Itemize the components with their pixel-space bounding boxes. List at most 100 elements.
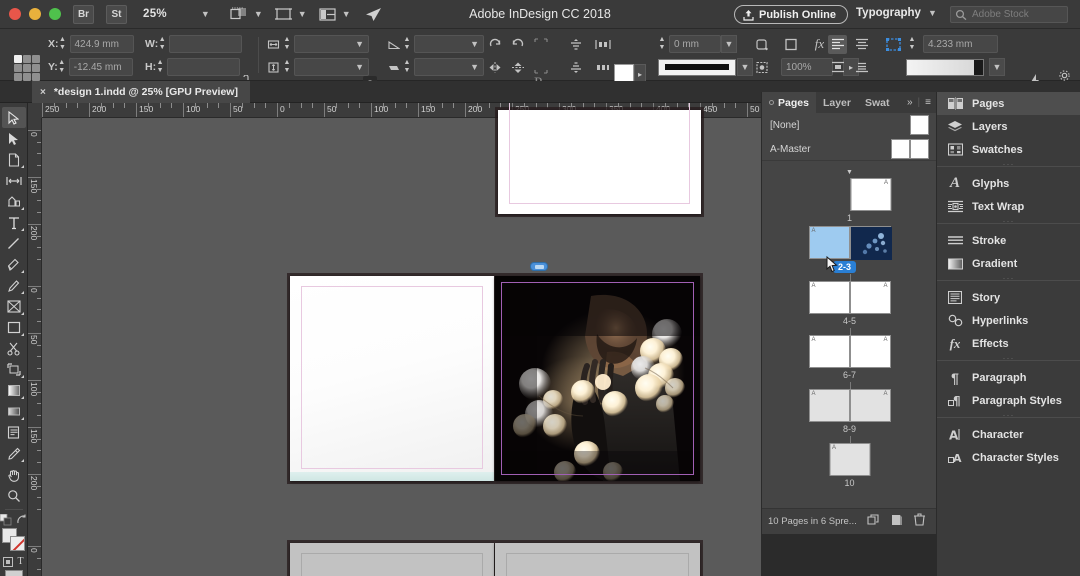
flip-vertical-button[interactable]	[508, 58, 527, 77]
tab-layers[interactable]: Layer	[816, 92, 858, 113]
formatting-affects-text-icon[interactable]: T	[17, 556, 23, 567]
default-fill-stroke-icon[interactable]	[0, 513, 12, 526]
page-thumbnail-9[interactable]: A	[850, 389, 891, 422]
page-thumbnail-4[interactable]: A	[809, 281, 850, 314]
delete-page-icon[interactable]	[914, 513, 925, 531]
stroke-style-dropdown[interactable]: ▼	[737, 58, 753, 76]
page-thumbnail-6[interactable]: A	[809, 335, 850, 368]
bridge-icon[interactable]: Br	[73, 5, 94, 24]
arrange-documents-button[interactable]: ▼	[230, 7, 263, 21]
h-stepper[interactable]: ▲▼	[156, 59, 164, 75]
stroke-weight-field[interactable]: 0 mm	[669, 35, 721, 53]
flip-horizontal-button[interactable]	[485, 58, 504, 77]
spread-2-3[interactable]	[290, 276, 700, 481]
stroke-style-preview[interactable]	[658, 59, 736, 76]
pencil-tool[interactable]	[2, 275, 26, 296]
dock-item-hyperlinks[interactable]: Hyperlinks	[937, 309, 1080, 332]
stroke-swatch-tool[interactable]	[10, 536, 25, 551]
frame-fitting-bottom-icon[interactable]	[531, 58, 550, 77]
document-canvas[interactable]: 250 200 150 100 50 0 50 100 150 200 250 …	[28, 103, 761, 576]
distribute-spacing-button[interactable]	[593, 58, 612, 77]
w-field[interactable]	[169, 35, 242, 53]
align-bottom-text-button[interactable]	[852, 58, 871, 77]
tab-pages[interactable]: Pages	[762, 92, 816, 113]
gap-field[interactable]: 4.233 mm	[923, 35, 998, 53]
direct-selection-tool[interactable]	[2, 128, 26, 149]
document-tab[interactable]: × *design 1.indd @ 25% [GPU Preview]	[32, 81, 250, 103]
dock-item-swatches[interactable]: Swatches	[937, 138, 1080, 161]
rotate-90-ccw-button[interactable]	[508, 35, 527, 54]
scissors-tool[interactable]	[2, 338, 26, 359]
dock-item-layers[interactable]: Layers	[937, 115, 1080, 138]
vertical-ruler[interactable]: 0 150 200 0 50 100 150 200 0	[28, 118, 42, 576]
object-frame-button[interactable]	[781, 35, 800, 54]
text-frame-options-button[interactable]	[884, 35, 903, 54]
minimize-window-button[interactable]	[29, 8, 41, 20]
rectangle-tool[interactable]	[2, 317, 26, 338]
page-4[interactable]	[290, 543, 494, 576]
align-top-button[interactable]	[566, 35, 585, 54]
y-field[interactable]: -12.45 mm	[69, 58, 133, 76]
shear-field[interactable]: ▼	[414, 58, 484, 76]
gap-tool[interactable]	[2, 170, 26, 191]
page-thumbnail-5[interactable]: A	[850, 281, 891, 314]
corner-options-button[interactable]	[752, 35, 771, 54]
align-vertical-center-button[interactable]	[828, 58, 847, 77]
spread-4-5[interactable]	[290, 543, 700, 576]
page-5[interactable]	[495, 543, 700, 576]
align-center-button[interactable]	[852, 35, 871, 54]
scale-x-field[interactable]: ▼	[294, 35, 369, 53]
rotate-90-cw-button[interactable]	[485, 35, 504, 54]
y-stepper[interactable]: ▲▼	[58, 59, 66, 75]
panel-menu-icon[interactable]: ≡	[925, 97, 931, 108]
pages-spread-1[interactable]: ▼ A 1	[762, 170, 937, 222]
page-3[interactable]	[495, 276, 700, 481]
stock-icon[interactable]: St	[106, 5, 127, 24]
pages-spread-4-5[interactable]: A A 4-5	[762, 274, 937, 326]
pages-spread-6-7[interactable]: A A 6-7	[762, 328, 937, 380]
close-icon[interactable]: ×	[40, 87, 46, 98]
dock-item-glyphs[interactable]: A Glyphs	[937, 172, 1080, 195]
scale-x-stepper[interactable]: ▲▼	[283, 36, 291, 52]
dock-item-character[interactable]: A Character	[937, 423, 1080, 446]
dock-item-pages[interactable]: Pages	[937, 92, 1080, 115]
edit-page-size-icon[interactable]	[867, 513, 880, 531]
swap-fill-stroke-icon[interactable]	[16, 513, 28, 526]
dock-item-stroke[interactable]: Stroke	[937, 229, 1080, 252]
pages-list[interactable]: ▼ A 1 A A	[762, 162, 937, 500]
gradient-preview[interactable]	[906, 59, 984, 76]
gradient-feather-tool[interactable]	[2, 401, 26, 422]
reference-point-proxy[interactable]	[14, 55, 40, 81]
close-window-button[interactable]	[9, 8, 21, 20]
gradient-dropdown[interactable]: ▼	[989, 58, 1005, 76]
pages-spread-2-3[interactable]: A A	[762, 222, 937, 274]
page-thumbnail-3[interactable]: A	[850, 226, 891, 259]
gap-stepper[interactable]: ▲▼	[908, 36, 916, 52]
zoom-level[interactable]: 25%	[143, 8, 167, 20]
overflow-icon[interactable]: »	[907, 97, 913, 108]
x-field[interactable]: 424.9 mm	[70, 35, 134, 53]
page-thumbnail-10[interactable]: A	[829, 443, 870, 476]
rotation-stepper[interactable]: ▲▼	[403, 36, 411, 52]
page-thumbnail-1[interactable]: A	[850, 178, 891, 211]
pages-spread-8-9[interactable]: A A 8-9	[762, 382, 937, 434]
master-a-row[interactable]: A-Master	[762, 137, 937, 161]
page-tool[interactable]	[2, 149, 26, 170]
dock-item-paragraph[interactable]: ¶ Paragraph	[937, 366, 1080, 389]
master-none-row[interactable]: [None]	[762, 113, 937, 137]
master-dropdown-icon[interactable]: ▼	[846, 169, 853, 176]
note-tool[interactable]	[2, 422, 26, 443]
hand-tool[interactable]	[2, 464, 26, 485]
new-page-icon[interactable]	[891, 513, 903, 531]
w-stepper[interactable]: ▲▼	[158, 36, 166, 52]
effects-button[interactable]: fx	[810, 35, 829, 54]
dock-item-effects[interactable]: fx Effects	[937, 332, 1080, 355]
align-bottom-button[interactable]	[566, 58, 585, 77]
screen-mode-tool[interactable]	[5, 570, 23, 576]
align-left-button[interactable]	[828, 35, 847, 54]
h-field[interactable]	[167, 58, 240, 76]
page-thumbnail-8[interactable]: A	[809, 389, 850, 422]
stroke-weight-dropdown[interactable]: ▼	[721, 35, 737, 53]
pen-tool[interactable]	[2, 254, 26, 275]
shear-stepper[interactable]: ▲▼	[403, 59, 411, 75]
